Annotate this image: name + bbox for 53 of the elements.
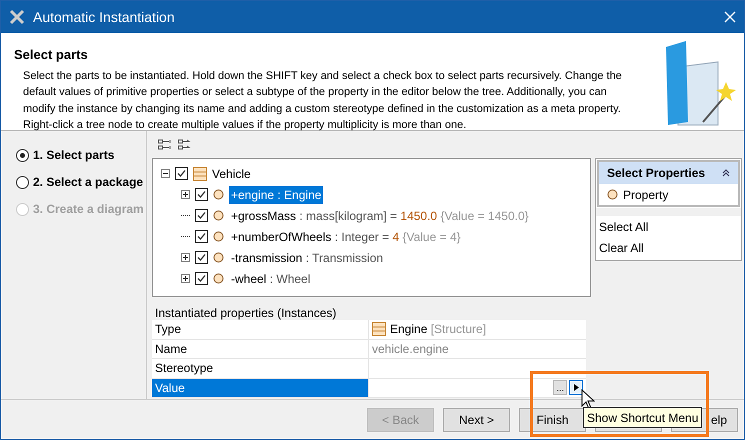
tree-node[interactable]: -transmission : Transmission (229, 248, 386, 266)
property-icon (213, 252, 224, 263)
checkbox[interactable] (195, 188, 208, 201)
expand-icon[interactable] (181, 274, 190, 283)
step-radio[interactable] (16, 148, 29, 162)
app-icon (9, 9, 25, 25)
section-header[interactable]: Select Properties (599, 162, 738, 184)
step-radio[interactable] (16, 176, 29, 188)
checkbox[interactable] (175, 167, 188, 180)
dialog-button[interactable]: Next > (443, 408, 510, 432)
collapse-icon[interactable] (161, 169, 170, 178)
step-label[interactable]: 2. Select a package (33, 173, 144, 191)
checkbox[interactable] (195, 230, 208, 243)
tree-node[interactable]: +numberOfWheels : Integer = 4 {Value = 4} (229, 228, 463, 246)
checkbox[interactable] (195, 251, 208, 264)
tree-node[interactable]: +engine : Engine (229, 186, 324, 204)
collapse-icon[interactable] (722, 169, 730, 177)
select-children-icon[interactable] (178, 138, 192, 150)
tree-node[interactable]: -wheel : Wheel (229, 270, 312, 288)
property-value: Engine [Structure] (390, 321, 486, 338)
class-icon (193, 166, 207, 180)
browse-button[interactable]: ... (553, 380, 567, 396)
class-icon (372, 322, 386, 336)
property-icon (213, 210, 224, 221)
dialog-button[interactable]: Finish (519, 408, 586, 432)
property-icon (213, 273, 224, 284)
property-value: vehicle.engine (372, 340, 449, 358)
tree-node[interactable]: Vehicle (212, 164, 251, 182)
expand-all-icon[interactable] (158, 138, 172, 150)
tooltip: Show Shortcut Menu (583, 407, 702, 428)
section-label: Instantiated properties (Instances) (154, 306, 338, 320)
action-link[interactable]: Clear All (596, 237, 741, 258)
expand-icon[interactable] (181, 190, 190, 199)
property-icon (213, 189, 224, 200)
close-icon[interactable] (724, 11, 736, 23)
expand-icon[interactable] (181, 253, 190, 262)
header-description: Select the parts to be instantiated. Hold down the SHIFT key and select a check box to select parts recursively. Change the default values of primitive properties or select a subtype of the property in the editor below the tree. Additionally, you can modify the instance by changing its name and adding a custom stereotype defined in the customization as a meta property. Right-click a tree node to create multiple values if the property multiplicity is more than one. (22, 68, 623, 133)
property-icon (213, 231, 224, 242)
checkbox[interactable] (195, 272, 208, 285)
property-filter[interactable]: Property (623, 186, 668, 204)
step-label[interactable]: 1. Select parts (33, 146, 114, 164)
property-name[interactable]: Name (152, 340, 369, 358)
window-title: Automatic Instantiation (33, 8, 176, 26)
property-name[interactable]: Stereotype (152, 359, 369, 378)
action-link[interactable]: Select All (596, 216, 741, 237)
property-name[interactable]: Value (152, 378, 369, 397)
property-icon (607, 189, 618, 200)
menu-button[interactable] (569, 380, 583, 396)
triangle-icon (574, 384, 578, 392)
checkbox[interactable] (195, 209, 208, 222)
tree-node[interactable]: +grossMass : mass[kilogram] = 1450.0 {Value = 1450.0} (229, 206, 531, 224)
header-title: Select parts (14, 46, 89, 64)
property-name[interactable]: Type (152, 320, 369, 338)
